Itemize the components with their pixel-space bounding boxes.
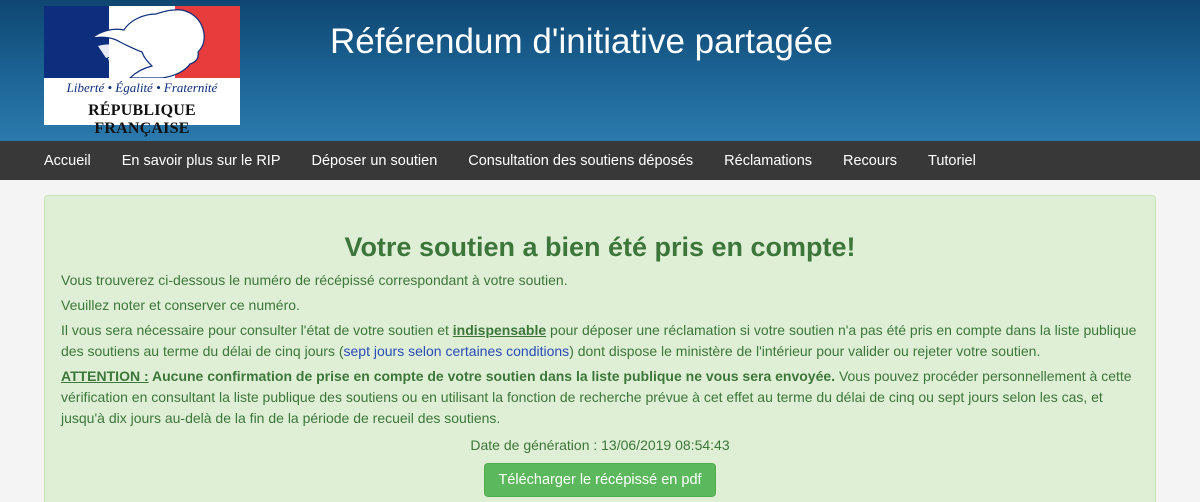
- receipt-usage-part1: Il vous sera nécessaire pour consulter l…: [61, 322, 453, 338]
- receipt-usage-part3: ) dont dispose le ministère de l'intérie…: [569, 343, 1041, 359]
- generation-date: Date de génération : 13/06/2019 08:54:43: [470, 437, 730, 453]
- attention-strong-text: Aucune confirmation de prise en compte d…: [148, 368, 836, 384]
- nav-item-en-savoir-plus[interactable]: En savoir plus sur le RIP: [122, 153, 281, 169]
- seven-days-conditions-link[interactable]: sept jours selon certaines conditions: [344, 343, 570, 359]
- receipt-intro-text: Vous trouverez ci-dessous le numéro de r…: [61, 272, 568, 288]
- nav-item-tutoriel[interactable]: Tutoriel: [928, 153, 976, 169]
- main-navigation: Accueil En savoir plus sur le RIP Dépose…: [0, 141, 1200, 180]
- site-title: Référendum d'initiative partagée: [330, 22, 833, 61]
- receipt-usage-text: Il vous sera nécessaire pour consulter l…: [61, 320, 1139, 362]
- success-panel: Votre soutien a bien été pris en compte!…: [44, 195, 1156, 502]
- keep-number-text: Veuillez noter et conserver ce numéro.: [61, 297, 300, 313]
- download-receipt-pdf-button[interactable]: Télécharger le récépissé en pdf: [484, 463, 716, 497]
- marianne-icon: [89, 9, 205, 78]
- attention-label: ATTENTION :: [61, 368, 149, 384]
- nav-item-consultation-soutiens[interactable]: Consultation des soutiens déposés: [468, 153, 693, 169]
- logo-motto: Liberté • Égalité • Fraternité: [66, 80, 218, 95]
- logo-republique-francaise: RÉPUBLIQUE FRANÇAISE: [88, 102, 196, 137]
- nav-item-deposer-soutien[interactable]: Déposer un soutien: [312, 153, 438, 169]
- attention-text: ATTENTION : Aucune confirmation de prise…: [61, 366, 1139, 429]
- nav-item-accueil[interactable]: Accueil: [44, 153, 91, 169]
- republique-francaise-logo[interactable]: Liberté • Égalité • Fraternité RÉPUBLIQU…: [44, 6, 240, 137]
- nav-item-reclamations[interactable]: Réclamations: [724, 153, 812, 169]
- success-heading: Votre soutien a bien été pris en compte!: [344, 232, 856, 262]
- indispensable-text: indispensable: [452, 322, 547, 338]
- site-header: Liberté • Égalité • Fraternité RÉPUBLIQU…: [0, 0, 1200, 141]
- nav-item-recours[interactable]: Recours: [843, 153, 897, 169]
